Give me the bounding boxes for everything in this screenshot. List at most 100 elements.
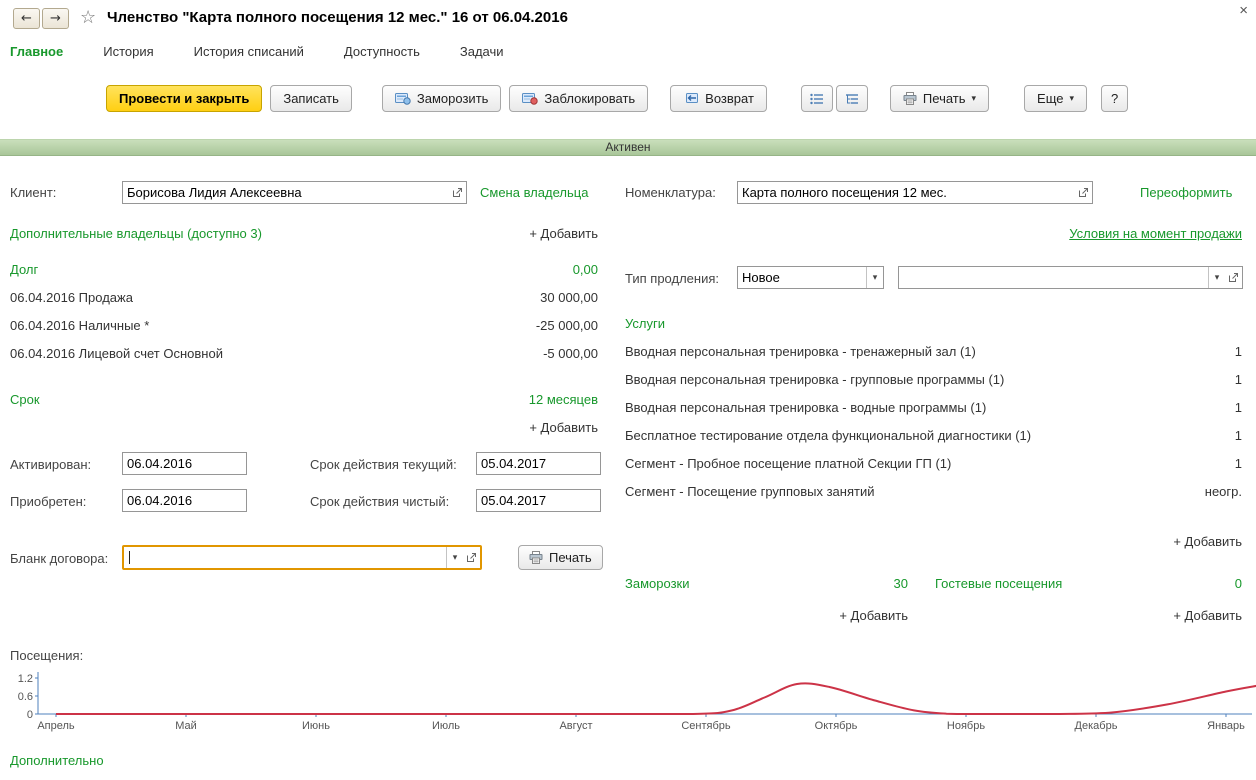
activated-input[interactable] [123, 453, 246, 474]
renewal-type-dropdown-icon[interactable]: ▾ [866, 267, 883, 288]
activated-field[interactable] [122, 452, 247, 475]
lock-icon [522, 92, 538, 105]
debt-row-value: 30 000,00 [540, 290, 598, 305]
tab-tasks[interactable]: Задачи [460, 44, 504, 59]
section-tabs: Главное История История списаний Доступн… [10, 44, 504, 59]
renewal-type-input[interactable] [738, 267, 866, 288]
dropdown-arrow-icon: ▾ [972, 94, 977, 104]
net-term-field[interactable] [476, 489, 601, 512]
forward-button[interactable]: → [42, 8, 69, 29]
x-axis-label: Май [175, 720, 197, 732]
list-view-button[interactable] [801, 85, 833, 112]
renewal-type-select[interactable]: ▾ [737, 266, 884, 289]
service-row-name[interactable]: Вводная персональная тренировка - тренаж… [625, 344, 976, 359]
x-axis-label: Ноябрь [947, 720, 985, 732]
renewal-extra-open-icon[interactable] [1225, 267, 1242, 288]
lock-label: Заблокировать [544, 91, 635, 106]
contract-dropdown-icon[interactable]: ▾ [446, 547, 463, 568]
service-row-name[interactable]: Вводная персональная тренировка - водные… [625, 400, 986, 415]
close-icon[interactable]: × [1239, 2, 1248, 19]
renewal-extra-dropdown-icon[interactable]: ▾ [1208, 267, 1225, 288]
save-button[interactable]: Записать [270, 85, 352, 112]
help-button[interactable]: ? [1101, 85, 1128, 112]
current-term-field[interactable] [476, 452, 601, 475]
freezes-value[interactable]: 30 [894, 576, 908, 591]
contract-form-input[interactable] [130, 547, 446, 568]
term-section-link[interactable]: Срок [10, 392, 40, 407]
sale-conditions-link[interactable]: Условия на момент продажи [1069, 226, 1242, 241]
nomenclature-input[interactable] [738, 182, 1075, 203]
contract-open-icon[interactable] [463, 547, 480, 568]
refund-label: Возврат [705, 91, 754, 106]
additional-section-link[interactable]: Дополнительно [10, 753, 104, 768]
freeze-button[interactable]: Заморозить [382, 85, 502, 112]
freeze-label: Заморозить [417, 91, 489, 106]
renewal-extra-input[interactable] [899, 267, 1208, 288]
service-row-name[interactable]: Сегмент - Пробное посещение платной Секц… [625, 456, 951, 471]
back-button[interactable]: ← [13, 8, 40, 29]
purchased-field[interactable] [122, 489, 247, 512]
current-term-input[interactable] [477, 453, 600, 474]
add-service-link[interactable]: + Добавить [1173, 534, 1242, 549]
more-button[interactable]: Еще ▾ [1024, 85, 1087, 112]
contract-form-select[interactable]: ▾ [122, 545, 482, 570]
renewal-type-label: Тип продления: [625, 271, 719, 286]
contract-form-label: Бланк договора: [10, 551, 108, 566]
status-banner: Активен [0, 139, 1256, 156]
toolbar: Провести и закрыть Записать Заморозить З… [106, 85, 1128, 112]
renewal-extra-select[interactable]: ▾ [898, 266, 1243, 289]
tab-history[interactable]: История [103, 44, 153, 59]
x-axis-label: Январь [1207, 720, 1245, 732]
debt-total-value[interactable]: 0,00 [573, 262, 598, 277]
print-menu-button[interactable]: Печать ▾ [890, 85, 989, 112]
service-qty: 1 [1235, 400, 1242, 415]
lock-button[interactable]: Заблокировать [509, 85, 648, 112]
tree-view-button[interactable] [836, 85, 868, 112]
term-value[interactable]: 12 месяцев [529, 392, 598, 407]
nomenclature-field[interactable] [737, 181, 1093, 204]
reissue-link[interactable]: Переоформить [1140, 185, 1232, 200]
additional-owners-link[interactable]: Дополнительные владельцы (доступно 3) [10, 226, 262, 241]
debt-row-label: 06.04.2016 Лицевой счет Основной [10, 346, 223, 361]
window-titlebar: ← → ☆ Членство "Карта полного посещения … [0, 0, 1256, 36]
client-input[interactable] [123, 182, 449, 203]
purchased-input[interactable] [123, 490, 246, 511]
client-open-icon[interactable] [449, 182, 466, 203]
add-term-link[interactable]: + Добавить [529, 420, 598, 435]
debt-row-label: 06.04.2016 Продажа [10, 290, 133, 305]
service-qty: 1 [1235, 344, 1242, 359]
debt-section-link[interactable]: Долг [10, 262, 38, 277]
guest-visits-value[interactable]: 0 [1235, 576, 1242, 591]
nomenclature-label: Номенклатура: [625, 185, 716, 200]
freezes-section-link[interactable]: Заморозки [625, 576, 689, 591]
services-section-link[interactable]: Услуги [625, 316, 665, 331]
debt-row-label: 06.04.2016 Наличные * [10, 318, 149, 333]
change-owner-link[interactable]: Смена владельца [480, 185, 588, 200]
x-axis-label: Апрель [37, 720, 75, 732]
client-field[interactable] [122, 181, 467, 204]
service-qty: 1 [1235, 372, 1242, 387]
service-row-name[interactable]: Вводная персональная тренировка - группо… [625, 372, 1004, 387]
net-term-input[interactable] [477, 490, 600, 511]
x-axis-label: Июнь [302, 720, 330, 732]
x-axis-label: Сентябрь [681, 720, 731, 732]
contract-print-button[interactable]: Печать [518, 545, 603, 570]
tab-history-writeoffs[interactable]: История списаний [194, 44, 304, 59]
refund-button[interactable]: Возврат [670, 85, 767, 112]
add-guest-visit-link[interactable]: + Добавить [1173, 608, 1242, 623]
service-row-name[interactable]: Сегмент - Посещение групповых занятий [625, 484, 874, 499]
add-owner-link[interactable]: + Добавить [529, 226, 598, 241]
purchased-label: Приобретен: [10, 494, 86, 509]
add-freeze-link[interactable]: + Добавить [839, 608, 908, 623]
tab-main[interactable]: Главное [10, 44, 63, 59]
tab-availability[interactable]: Доступность [344, 44, 420, 59]
favorite-star-icon[interactable]: ☆ [80, 7, 96, 28]
save-label: Записать [283, 91, 339, 106]
activated-label: Активирован: [10, 457, 91, 472]
nomenclature-open-icon[interactable] [1075, 182, 1092, 203]
visits-line [56, 683, 1256, 714]
post-and-close-button[interactable]: Провести и закрыть [106, 85, 262, 112]
guest-visits-section-link[interactable]: Гостевые посещения [935, 576, 1062, 591]
x-axis-label: Декабрь [1075, 720, 1118, 732]
service-row-name[interactable]: Бесплатное тестирование отдела функциона… [625, 428, 1031, 443]
